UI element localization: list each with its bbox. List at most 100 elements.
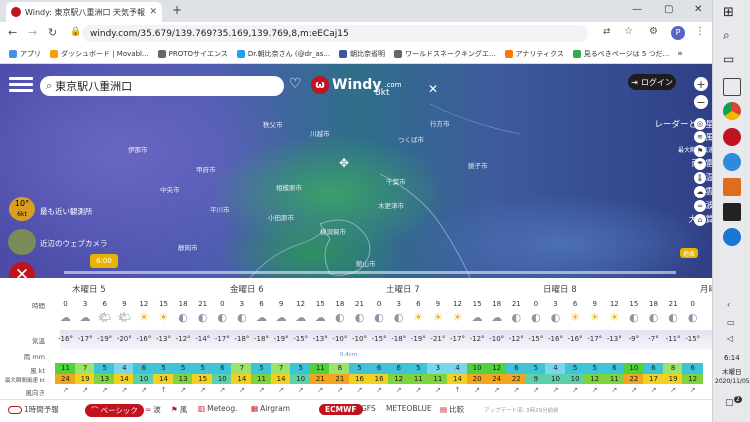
translate-icon[interactable]: ⇄ xyxy=(603,27,611,37)
thermometer-icon[interactable]: 🌡 xyxy=(694,172,706,184)
bookmark-facebook[interactable]: 朝比奈省明 xyxy=(339,49,385,59)
clock-time[interactable]: 6:14 xyxy=(724,354,740,362)
minimize-icon[interactable]: — xyxy=(632,4,642,15)
bookmark-apps[interactable]: アプリ xyxy=(9,49,41,59)
weather-icon: ☀ xyxy=(452,311,463,324)
chrome-icon[interactable] xyxy=(723,102,741,120)
satellite-icon[interactable]: ◎ xyxy=(694,118,706,130)
profile-avatar[interactable]: P xyxy=(671,26,685,40)
app-blue-icon[interactable] xyxy=(723,228,741,246)
hourly-toggle[interactable]: 1時間予報 xyxy=(8,404,59,415)
model-gfs[interactable]: GFS xyxy=(361,404,376,413)
task-view-icon[interactable]: ▭ xyxy=(723,52,741,70)
bookmark-twitter[interactable]: Dr.朝比奈さん (@dr_as... xyxy=(236,49,330,59)
app-orange-icon[interactable] xyxy=(723,178,741,196)
url-text: windy.com/35.679/139.769?35.169,139.769,… xyxy=(90,28,349,39)
login-button[interactable]: ⇥ ログイン xyxy=(628,74,676,90)
gust-cell: 11 xyxy=(603,374,625,384)
reload-icon[interactable]: ↻ xyxy=(48,26,57,39)
model-ecmwf[interactable]: ECMWF xyxy=(319,404,363,415)
wind-cell: 5 xyxy=(153,363,174,374)
wind-icon[interactable]: ≋ xyxy=(694,131,706,143)
bookmark-proto[interactable]: PROTOサイエンス xyxy=(157,49,228,59)
row-label-temp: 気温 xyxy=(32,337,45,345)
close-picker-icon[interactable]: ✕ xyxy=(428,82,438,96)
gust-icon[interactable]: ⚑ xyxy=(694,145,706,157)
timeline-track[interactable] xyxy=(64,271,676,274)
facebook-icon xyxy=(339,49,348,58)
browser-tab[interactable]: Windy: 東京駅八重洲口 天気予報 ✕ xyxy=(6,2,162,22)
weather-icon: ◐ xyxy=(531,311,541,324)
search-value: 東京駅八重洲口 xyxy=(55,80,133,93)
surface-level-button[interactable]: 地表 xyxy=(680,248,698,258)
extensions-icon[interactable]: ⚙ xyxy=(649,26,658,37)
bookmarks-overflow-icon[interactable]: » xyxy=(677,49,683,59)
file-explorer-icon[interactable] xyxy=(723,78,741,96)
zoom-in-button[interactable]: + xyxy=(694,77,708,91)
timeline-handle[interactable]: 6:00 xyxy=(90,254,118,268)
hour-cell: 18 xyxy=(335,300,345,308)
gust-cell: 11 xyxy=(407,374,429,384)
app-dark-icon[interactable] xyxy=(723,203,741,221)
bookmark-dashboard[interactable]: ダッシュボード | Movabl... xyxy=(50,49,149,59)
rain-icon[interactable]: ☂ xyxy=(694,158,706,170)
tab-close-icon[interactable]: ✕ xyxy=(149,7,157,17)
wind-cell: 5 xyxy=(251,363,272,374)
webcam-label[interactable]: 近辺のウェブカメラ xyxy=(40,238,108,249)
tab-wind[interactable]: ⚑ 風 xyxy=(171,404,187,415)
bookmark-pages[interactable]: 見るべきページは 5 つだ... xyxy=(572,49,669,59)
window-close-icon[interactable]: ✕ xyxy=(694,4,702,15)
station-temp-bubble[interactable]: 10° 6kt xyxy=(9,197,35,221)
apps-grid-icon xyxy=(9,49,17,58)
notifications-icon[interactable]: ▢ xyxy=(725,398,734,408)
volume-icon[interactable]: ◁ xyxy=(727,334,733,343)
air-quality-icon[interactable]: ⌂ xyxy=(694,214,706,226)
model-meteoblue[interactable]: METEOBLUE xyxy=(386,404,432,413)
gust-cell: 24 xyxy=(486,374,508,384)
tab-airgram[interactable]: ▦ Airgram xyxy=(251,404,290,413)
edge-icon[interactable] xyxy=(723,153,741,171)
gust-cell: 16 xyxy=(368,374,390,384)
hamburger-menu-icon[interactable] xyxy=(9,74,33,96)
gust-cell: 21 xyxy=(329,374,351,384)
maximize-icon[interactable]: ▢ xyxy=(664,4,673,15)
meteogram-icon: ▥ xyxy=(198,404,206,413)
weather-icon: ◐ xyxy=(668,311,678,324)
tray-expand-icon[interactable]: ‹ xyxy=(727,300,730,309)
hour-cell: 12 xyxy=(296,300,306,308)
back-arrow-icon[interactable]: ← xyxy=(8,26,17,39)
new-tab-button[interactable]: + xyxy=(172,3,182,17)
favorite-heart-icon[interactable]: ♡ xyxy=(289,76,302,92)
app-red-icon[interactable] xyxy=(723,128,741,146)
address-bar[interactable]: windy.com/35.679/139.769?35.169,139.769,… xyxy=(82,25,588,42)
wave-icon[interactable]: ≈ xyxy=(694,200,706,212)
zoom-out-button[interactable]: − xyxy=(694,95,708,109)
menu-kebab-icon[interactable]: ⋮ xyxy=(695,26,705,37)
location-marker-icon[interactable]: ✥ xyxy=(339,156,349,170)
search-icon[interactable]: ⌕ xyxy=(723,28,741,46)
temp-cell: -15° xyxy=(371,335,387,343)
cloud-icon[interactable]: ☁ xyxy=(694,186,706,198)
weather-icon: 🌤 xyxy=(117,311,132,324)
bookmark-world-snake[interactable]: ワールドスネークキングエ... xyxy=(394,49,496,59)
weather-icon: ☁ xyxy=(79,311,91,324)
compare-button[interactable]: ▤ 比較 xyxy=(440,404,464,415)
gust-cell: 12 xyxy=(584,374,606,384)
bookmark-analytics[interactable]: アナリティクス xyxy=(504,49,564,59)
bookmark-star-icon[interactable]: ☆ xyxy=(624,26,633,37)
gust-cell: 14 xyxy=(231,374,253,384)
hour-cell: 21 xyxy=(355,300,364,308)
windows-start-icon[interactable]: ⊞ xyxy=(723,5,741,23)
location-search-input[interactable]: ⌕ 東京駅八重洲口 xyxy=(40,76,284,96)
tab-meteogram[interactable]: ▥ Meteog. xyxy=(198,404,237,413)
tab-basic[interactable]: ⌒ ベーシック xyxy=(85,404,144,417)
wind-cell: 5 xyxy=(94,363,116,374)
network-icon[interactable]: ▭ xyxy=(727,318,735,327)
forward-arrow-icon[interactable]: → xyxy=(28,26,37,39)
dashboard-icon xyxy=(50,49,58,58)
webcam-thumbnail[interactable] xyxy=(8,229,36,255)
tab-waves[interactable]: ≈ 波 xyxy=(145,404,161,415)
wind-direction-arrow-icon: ↗ xyxy=(552,386,559,394)
temp-cell: -12° xyxy=(508,335,524,343)
nearest-station-label[interactable]: 最も近い観測所 xyxy=(40,206,93,217)
